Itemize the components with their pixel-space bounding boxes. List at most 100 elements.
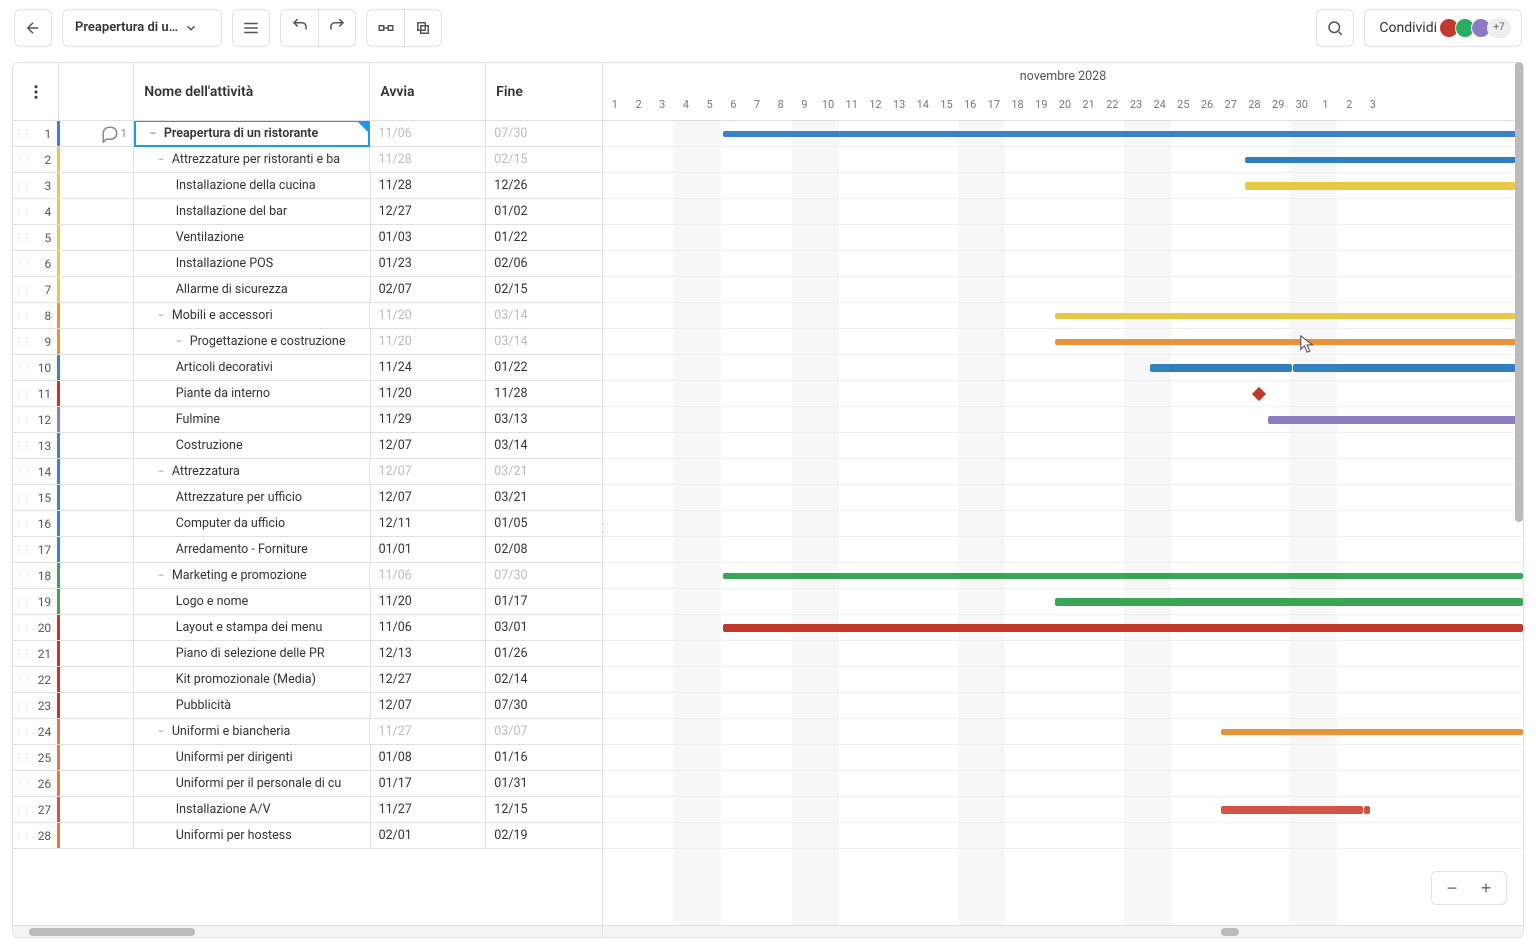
row-comments[interactable] — [59, 823, 134, 848]
collapse-icon[interactable]: − — [158, 725, 168, 738]
row-comments[interactable] — [59, 511, 134, 536]
gantt-body[interactable]: ⋮⋮ — [603, 121, 1523, 937]
gantt-row[interactable] — [603, 771, 1523, 797]
gantt-hscroll[interactable] — [603, 925, 1523, 937]
collapse-icon[interactable]: − — [150, 127, 160, 140]
end-date-cell[interactable]: 01/22 — [486, 355, 602, 380]
end-date-cell[interactable]: 03/14 — [486, 329, 602, 354]
row-comments[interactable] — [59, 329, 134, 354]
gantt-bar[interactable] — [1293, 364, 1523, 372]
end-date-cell[interactable]: 02/15 — [486, 147, 602, 172]
row-comments[interactable] — [59, 745, 134, 770]
milestone-icon[interactable] — [1252, 387, 1266, 401]
col-header-name[interactable]: Nome dell'attività — [134, 63, 370, 120]
zoom-out-button[interactable]: − — [1440, 876, 1464, 900]
gantt-row[interactable] — [603, 225, 1523, 251]
row-comments[interactable] — [59, 485, 134, 510]
task-name-cell[interactable]: −Progettazione e costruzione — [134, 329, 371, 354]
gantt-row[interactable] — [603, 797, 1523, 823]
start-date-cell[interactable]: 11/20 — [371, 589, 487, 614]
end-date-cell[interactable]: 03/21 — [486, 459, 602, 484]
row-comments[interactable] — [59, 381, 134, 406]
task-name-cell[interactable]: Costruzione — [134, 433, 371, 458]
task-name-cell[interactable]: Ventilazione — [134, 225, 371, 250]
end-date-cell[interactable]: 12/26 — [486, 173, 602, 198]
task-name-cell[interactable]: Installazione A/V — [134, 797, 371, 822]
gantt-row[interactable] — [603, 277, 1523, 303]
row-comments[interactable] — [59, 225, 134, 250]
grid-row[interactable]: ⋮⋮8−Mobili e accessori11/2003/14 — [13, 303, 602, 329]
gantt-bar[interactable] — [1221, 806, 1363, 814]
row-comments[interactable] — [59, 303, 134, 328]
row-comments[interactable] — [59, 407, 134, 432]
end-date-cell[interactable]: 07/30 — [486, 121, 602, 146]
row-comments[interactable] — [59, 589, 134, 614]
start-date-cell[interactable]: 12/07 — [370, 459, 486, 484]
grid-menu-button[interactable] — [13, 63, 59, 120]
row-comments[interactable] — [59, 563, 134, 588]
grid-row[interactable]: ⋮⋮3Installazione della cucina11/2812/26 — [13, 173, 602, 199]
task-name-cell[interactable]: −Preapertura di un ristorante — [134, 121, 371, 147]
end-date-cell[interactable]: 11/28 — [486, 381, 602, 406]
gantt-row[interactable] — [603, 615, 1523, 641]
task-name-cell[interactable]: Logo e nome — [134, 589, 371, 614]
gantt-bar[interactable] — [1055, 339, 1523, 345]
gantt-row[interactable] — [603, 121, 1523, 147]
end-date-cell[interactable]: 12/15 — [486, 797, 602, 822]
row-comments[interactable] — [59, 771, 134, 796]
grid-row[interactable]: ⋮⋮25Uniformi per dirigenti01/0801/16 — [13, 745, 602, 771]
gantt-row[interactable] — [603, 173, 1523, 199]
task-name-cell[interactable]: −Attrezzatura — [134, 459, 371, 484]
end-date-cell[interactable]: 02/14 — [486, 667, 602, 692]
row-comments[interactable] — [59, 355, 134, 380]
start-date-cell[interactable]: 11/27 — [370, 719, 486, 744]
row-comments[interactable] — [59, 719, 134, 744]
task-name-cell[interactable]: Arredamento - Forniture — [134, 537, 371, 562]
task-name-cell[interactable]: Kit promozionale (Media) — [134, 667, 371, 692]
start-date-cell[interactable]: 01/03 — [371, 225, 487, 250]
grid-row[interactable]: ⋮⋮7Allarme di sicurezza02/0702/15 — [13, 277, 602, 303]
grid-row[interactable]: ⋮⋮24−Uniformi e biancheria11/2703/07 — [13, 719, 602, 745]
start-date-cell[interactable]: 12/27 — [371, 199, 487, 224]
grid-row[interactable]: ⋮⋮18−Marketing e promozione11/0607/30 — [13, 563, 602, 589]
gantt-row[interactable] — [603, 199, 1523, 225]
gantt-bar[interactable] — [1364, 806, 1370, 814]
grid-row[interactable]: ⋮⋮9−Progettazione e costruzione11/2003/1… — [13, 329, 602, 355]
grid-row[interactable]: ⋮⋮15Attrezzature per ufficio12/0703/21 — [13, 485, 602, 511]
vscroll[interactable] — [1514, 62, 1524, 532]
grid-hscroll[interactable] — [13, 925, 602, 937]
task-name-cell[interactable]: Installazione del bar — [134, 199, 371, 224]
grid-hscroll-thumb[interactable] — [29, 928, 195, 936]
gantt-row[interactable] — [603, 485, 1523, 511]
start-date-cell[interactable]: 11/24 — [371, 355, 487, 380]
task-name-cell[interactable]: Uniformi per il personale di cu — [134, 771, 371, 796]
grid-row[interactable]: ⋮⋮14−Attrezzatura12/0703/21 — [13, 459, 602, 485]
gantt-bar[interactable] — [723, 624, 1523, 632]
end-date-cell[interactable]: 03/14 — [486, 433, 602, 458]
end-date-cell[interactable]: 02/08 — [486, 537, 602, 562]
task-name-cell[interactable]: −Uniformi e biancheria — [134, 719, 371, 744]
end-date-cell[interactable]: 07/30 — [486, 693, 602, 718]
gantt-bar[interactable] — [1245, 182, 1523, 190]
row-comments[interactable] — [59, 199, 134, 224]
end-date-cell[interactable]: 03/07 — [486, 719, 602, 744]
row-comments[interactable] — [59, 147, 134, 172]
gantt-row[interactable] — [603, 823, 1523, 849]
menu-button[interactable] — [232, 9, 270, 47]
end-date-cell[interactable]: 03/14 — [486, 303, 602, 328]
task-name-cell[interactable]: Layout e stampa dei menu — [134, 615, 371, 640]
gantt-row[interactable] — [603, 693, 1523, 719]
grid-row[interactable]: ⋮⋮2−Attrezzature per ristoranti e ba11/2… — [13, 147, 602, 173]
end-date-cell[interactable]: 01/31 — [486, 771, 602, 796]
grid-row[interactable]: ⋮⋮26Uniformi per il personale di cu01/17… — [13, 771, 602, 797]
end-date-cell[interactable]: 01/17 — [486, 589, 602, 614]
gantt-bar[interactable] — [723, 573, 1523, 579]
collapse-icon[interactable]: − — [158, 569, 168, 582]
grid-row[interactable]: ⋮⋮22Kit promozionale (Media)12/2702/14 — [13, 667, 602, 693]
start-date-cell[interactable]: 11/20 — [371, 329, 487, 354]
task-name-cell[interactable]: Piante da interno — [134, 381, 371, 406]
start-date-cell[interactable]: 02/01 — [371, 823, 487, 848]
start-date-cell[interactable]: 11/20 — [370, 303, 486, 328]
start-date-cell[interactable]: 11/20 — [371, 381, 487, 406]
grid-row[interactable]: ⋮⋮11Piante da interno11/2011/28 — [13, 381, 602, 407]
